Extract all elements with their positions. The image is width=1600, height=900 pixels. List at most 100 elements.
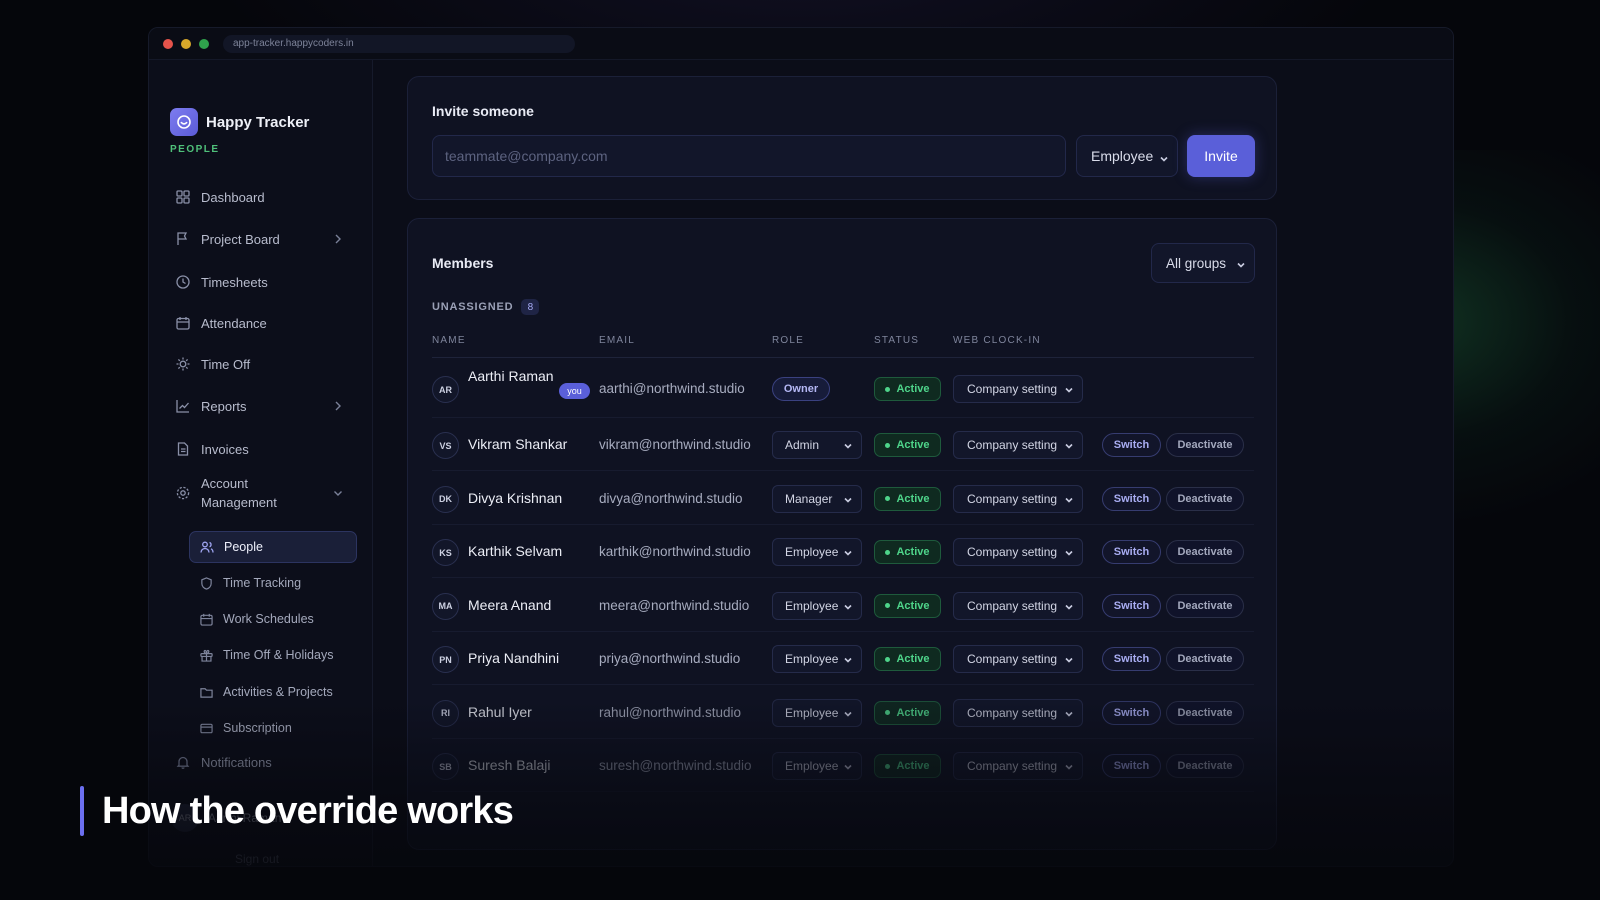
- sidebar-item-label: Invoices: [201, 441, 249, 457]
- sidebar-item-attendance[interactable]: Attendance: [169, 308, 349, 338]
- column-header-email: EMAIL: [599, 335, 636, 346]
- sidebar-item-notifications[interactable]: Notifications: [169, 747, 349, 777]
- switch-button[interactable]: Switch: [1102, 433, 1161, 457]
- web-clock-in-select[interactable]: Company setting: [953, 431, 1083, 459]
- switch-button[interactable]: Switch: [1102, 486, 1161, 511]
- members-title: Members: [432, 255, 494, 271]
- role-select[interactable]: Manager: [772, 484, 862, 513]
- status-badge: Active: [874, 647, 941, 671]
- role-select[interactable]: Employee: [772, 645, 862, 673]
- sidebar-item-reports[interactable]: Reports: [169, 391, 349, 421]
- sidebar-subitem-time-tracking[interactable]: Time Tracking: [189, 567, 357, 599]
- status-dot: [885, 442, 891, 448]
- web-clock-in-value: Company setting: [967, 759, 1058, 773]
- avatar: KS: [432, 539, 459, 566]
- role-select[interactable]: Admin: [772, 431, 862, 459]
- switch-button[interactable]: Switch: [1102, 593, 1161, 618]
- avatar: VS: [432, 432, 459, 459]
- invite-role-select[interactable]: Employee: [1076, 135, 1178, 177]
- people-icon: [200, 540, 214, 554]
- sidebar-subitem-people[interactable]: People: [189, 531, 357, 563]
- role-value: Admin: [785, 438, 820, 452]
- deactivate-button[interactable]: Deactivate: [1166, 540, 1244, 564]
- document-icon: [175, 441, 191, 457]
- group-filter-select[interactable]: All groups: [1151, 243, 1255, 283]
- member-email: aarthi@northwind.studio: [599, 381, 745, 396]
- status-dot: [885, 763, 891, 769]
- sign-out-button[interactable]: Sign out: [235, 852, 279, 866]
- deactivate-button[interactable]: Deactivate: [1166, 754, 1244, 778]
- web-clock-in-select[interactable]: Company setting: [953, 645, 1083, 673]
- chevron-down-icon: [1064, 494, 1074, 504]
- avatar: SB: [432, 753, 459, 780]
- close-window-button[interactable]: [163, 39, 173, 49]
- table-row: DK Divya Krishnan divya@northwind.studio Ma…: [432, 472, 1254, 525]
- status-badge: Active: [874, 486, 941, 511]
- avatar: PN: [432, 646, 459, 673]
- sidebar-item-project-board[interactable]: Project Board: [169, 224, 349, 254]
- maximize-window-button[interactable]: [199, 39, 209, 49]
- sidebar-item-account-management[interactable]: Account Management: [169, 470, 349, 516]
- web-clock-in-select[interactable]: Company setting: [953, 484, 1083, 513]
- role-select[interactable]: Employee: [772, 538, 862, 566]
- role-select[interactable]: Employee: [772, 591, 862, 620]
- switch-button[interactable]: Switch: [1102, 754, 1161, 778]
- chevron-down-icon: [1236, 258, 1246, 268]
- deactivate-button[interactable]: Deactivate: [1166, 700, 1244, 725]
- member-name: Vikram Shankar: [468, 436, 568, 452]
- browser-titlebar: app-tracker.happycoders.in: [149, 28, 1453, 60]
- web-clock-in-select[interactable]: Company setting: [953, 538, 1083, 566]
- invite-title: Invite someone: [432, 103, 534, 119]
- web-clock-in-select[interactable]: Company setting: [953, 752, 1083, 780]
- role-value: Employee: [785, 545, 839, 559]
- status-badge: Active: [874, 700, 941, 725]
- web-clock-in-select[interactable]: Company setting: [953, 698, 1083, 727]
- switch-button[interactable]: Switch: [1102, 647, 1161, 671]
- url-bar[interactable]: app-tracker.happycoders.in: [223, 35, 575, 53]
- caption-text: How the override works: [102, 789, 514, 832]
- switch-button[interactable]: Switch: [1102, 700, 1161, 725]
- invite-card: Invite someone Employee Invite: [407, 76, 1277, 200]
- sidebar-item-invoices[interactable]: Invoices: [169, 434, 349, 464]
- deactivate-button[interactable]: Deactivate: [1166, 433, 1244, 457]
- sidebar-subitem-label: Work Schedules: [223, 612, 314, 626]
- role-select[interactable]: Employee: [772, 698, 862, 727]
- bell-icon: [175, 754, 191, 770]
- invite-email-input[interactable]: [432, 135, 1066, 177]
- sidebar-subitem-time-off-holidays[interactable]: Time Off & Holidays: [189, 639, 357, 671]
- sidebar-subitem-activities-projects[interactable]: Activities & Projects: [189, 676, 357, 708]
- invite-button[interactable]: Invite: [1187, 135, 1255, 177]
- deactivate-button[interactable]: Deactivate: [1166, 647, 1244, 671]
- role-select[interactable]: Employee: [772, 752, 862, 780]
- group-label: UNASSIGNED: [432, 301, 514, 313]
- calendar-icon: [175, 315, 191, 331]
- chevron-down-icon: [1064, 384, 1074, 394]
- switch-button[interactable]: Switch: [1102, 540, 1161, 564]
- status-badge: Active: [874, 593, 941, 618]
- sidebar-item-timesheets[interactable]: Timesheets: [169, 267, 349, 297]
- sidebar-item-dashboard[interactable]: Dashboard: [169, 182, 349, 212]
- table-row: VS Vikram Shankar vikram@northwind.studio A…: [432, 418, 1254, 471]
- status-badge: Active: [874, 754, 941, 778]
- sidebar-subitem-work-schedules[interactable]: Work Schedules: [189, 603, 357, 635]
- brand[interactable]: Happy Tracker: [170, 108, 309, 136]
- status-text: Active: [896, 706, 930, 719]
- group-count-badge: 8: [521, 299, 540, 315]
- folder-icon: [199, 685, 213, 699]
- sidebar-item-label: Dashboard: [201, 189, 265, 205]
- deactivate-button[interactable]: Deactivate: [1166, 486, 1244, 511]
- chevron-down-icon: [1064, 440, 1074, 450]
- chart-icon: [175, 398, 191, 414]
- web-clock-in-select[interactable]: Company setting: [953, 591, 1083, 620]
- gift-icon: [199, 648, 213, 662]
- chevron-down-icon: [843, 440, 853, 450]
- sidebar-subitem-subscription[interactable]: Subscription: [189, 712, 357, 744]
- web-clock-in-value: Company setting: [967, 598, 1058, 613]
- minimize-window-button[interactable]: [181, 39, 191, 49]
- table-row: PN Priya Nandhini priya@northwind.studio Em…: [432, 632, 1254, 685]
- web-clock-in-select[interactable]: Company setting: [953, 375, 1083, 403]
- sidebar-subitem-label: Time Off & Holidays: [223, 648, 334, 662]
- sidebar-item-time-off[interactable]: Time Off: [169, 349, 349, 379]
- deactivate-button[interactable]: Deactivate: [1166, 593, 1244, 618]
- sidebar-item-label: Project Board: [201, 231, 280, 247]
